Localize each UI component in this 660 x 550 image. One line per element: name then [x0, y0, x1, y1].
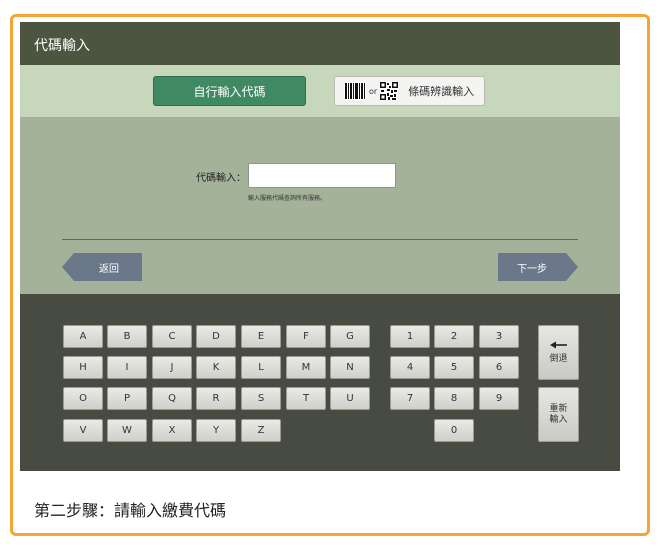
key-o[interactable]: O	[63, 387, 103, 410]
key-q[interactable]: Q	[152, 387, 192, 410]
reset-label-line2: 輸入	[549, 414, 568, 425]
key-a[interactable]: A	[63, 325, 103, 348]
step-caption: 第二步驟：請輸入繳費代碼	[34, 501, 227, 520]
key-d[interactable]: D	[196, 325, 236, 348]
code-input-label: 代碼輸入：	[196, 173, 246, 184]
divider	[62, 239, 578, 240]
barcode-input-button[interactable]: or 條碼辨識輸入	[334, 76, 485, 106]
key-i[interactable]: I	[107, 356, 147, 379]
arrow-left-icon	[549, 341, 567, 349]
key-8[interactable]: 8	[434, 387, 474, 410]
barcode-input-label: 條碼辨識輸入	[408, 85, 475, 98]
kiosk-screen: 代碼輸入 自行輸入代碼 or 條碼辨識輸入 代碼輸入： 輸入服務代碼查詢所有服務…	[20, 22, 620, 471]
code-entry-panel: 代碼輸入： 輸入服務代碼查詢所有服務。 返回 下一步	[20, 117, 620, 294]
key-m[interactable]: M	[286, 356, 326, 379]
key-l[interactable]: L	[241, 356, 281, 379]
barcode-icon	[344, 82, 366, 100]
key-h[interactable]: H	[63, 356, 103, 379]
title-bar: 代碼輸入	[20, 22, 620, 65]
key-n[interactable]: N	[330, 356, 370, 379]
backspace-label: 倒退	[549, 354, 568, 364]
key-k[interactable]: K	[196, 356, 236, 379]
manual-input-button[interactable]: 自行輸入代碼	[153, 76, 306, 106]
key-2[interactable]: 2	[434, 325, 474, 348]
key-x[interactable]: X	[152, 419, 192, 442]
key-y[interactable]: Y	[196, 419, 236, 442]
key-b[interactable]: B	[107, 325, 147, 348]
key-5[interactable]: 5	[434, 356, 474, 379]
key-e[interactable]: E	[241, 325, 281, 348]
backspace-key[interactable]: 倒退	[538, 325, 579, 380]
key-w[interactable]: W	[107, 419, 147, 442]
key-u[interactable]: U	[330, 387, 370, 410]
input-mode-bar: 自行輸入代碼 or 條碼辨識輸入	[20, 65, 620, 117]
key-r[interactable]: R	[196, 387, 236, 410]
key-g[interactable]: G	[330, 325, 370, 348]
key-s[interactable]: S	[241, 387, 281, 410]
or-text: or	[369, 86, 378, 96]
key-p[interactable]: P	[107, 387, 147, 410]
key-9[interactable]: 9	[479, 387, 519, 410]
key-t[interactable]: T	[286, 387, 326, 410]
key-6[interactable]: 6	[479, 356, 519, 379]
key-0[interactable]: 0	[434, 419, 474, 442]
reset-input-key[interactable]: 重新 輸入	[538, 387, 579, 442]
key-1[interactable]: 1	[390, 325, 430, 348]
key-f[interactable]: F	[286, 325, 326, 348]
back-button[interactable]: 返回	[62, 253, 142, 281]
code-input-hint: 輸入服務代碼查詢所有服務。	[248, 195, 327, 202]
key-4[interactable]: 4	[390, 356, 430, 379]
qr-code-icon	[380, 82, 399, 100]
key-v[interactable]: V	[63, 419, 103, 442]
key-z[interactable]: Z	[241, 419, 281, 442]
key-j[interactable]: J	[152, 356, 192, 379]
page-title: 代碼輸入	[34, 38, 90, 54]
code-input-field[interactable]	[248, 163, 396, 188]
key-7[interactable]: 7	[390, 387, 430, 410]
on-screen-keyboard: A B C D E F G H I J K L M N O P Q R S T …	[20, 294, 620, 471]
key-c[interactable]: C	[152, 325, 192, 348]
reset-label-line1: 重新	[549, 403, 568, 414]
next-step-button[interactable]: 下一步	[498, 253, 578, 281]
key-3[interactable]: 3	[479, 325, 519, 348]
